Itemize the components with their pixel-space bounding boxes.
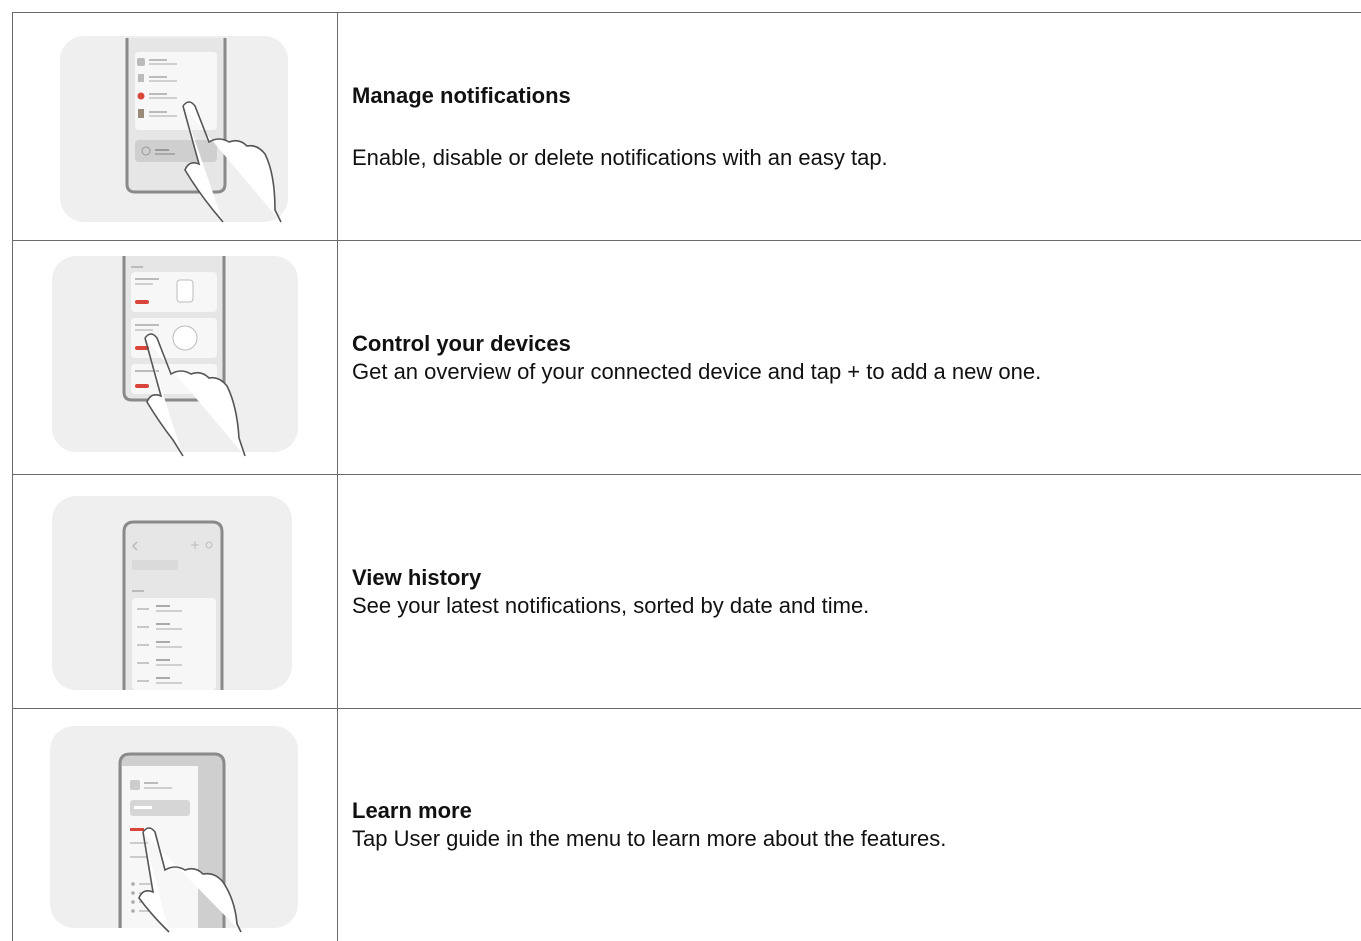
feature-row-control-devices: Control your devices Get an overview of … bbox=[13, 241, 1361, 475]
feature-description: See your latest notifications, sorted by… bbox=[352, 592, 1361, 620]
feature-row-manage-notifications: Manage notifications Enable, disable or … bbox=[13, 13, 1361, 241]
feature-title: Manage notifications bbox=[352, 82, 1361, 110]
feature-text-cell: Learn more Tap User guide in the menu to… bbox=[338, 709, 1361, 941]
feature-text-cell: Manage notifications Enable, disable or … bbox=[338, 13, 1361, 241]
feature-title: View history bbox=[352, 564, 1361, 592]
feature-description: Get an overview of your connected device… bbox=[352, 358, 1361, 386]
phone-devices-tap-icon bbox=[13, 242, 337, 474]
feature-text-cell: Control your devices Get an overview of … bbox=[338, 241, 1361, 475]
feature-row-view-history: + View history See your latest notificat… bbox=[13, 475, 1361, 709]
illustration-cell: + bbox=[13, 475, 338, 709]
phone-menu-tap-icon bbox=[13, 710, 337, 940]
svg-text:+: + bbox=[190, 538, 200, 552]
illustration-cell bbox=[13, 709, 338, 941]
feature-row-learn-more: Learn more Tap User guide in the menu to… bbox=[13, 709, 1361, 941]
illustration-cell bbox=[13, 241, 338, 475]
feature-table: Manage notifications Enable, disable or … bbox=[12, 12, 1361, 941]
feature-title: Learn more bbox=[352, 797, 1361, 825]
feature-title: Control your devices bbox=[352, 330, 1361, 358]
feature-description: Enable, disable or delete notifications … bbox=[352, 144, 1361, 172]
phone-history-icon: + bbox=[13, 476, 337, 708]
feature-description: Tap User guide in the menu to learn more… bbox=[352, 825, 1361, 853]
phone-notifications-tap-icon bbox=[13, 14, 337, 240]
feature-text-cell: View history See your latest notificatio… bbox=[338, 475, 1361, 709]
illustration-cell bbox=[13, 13, 338, 241]
